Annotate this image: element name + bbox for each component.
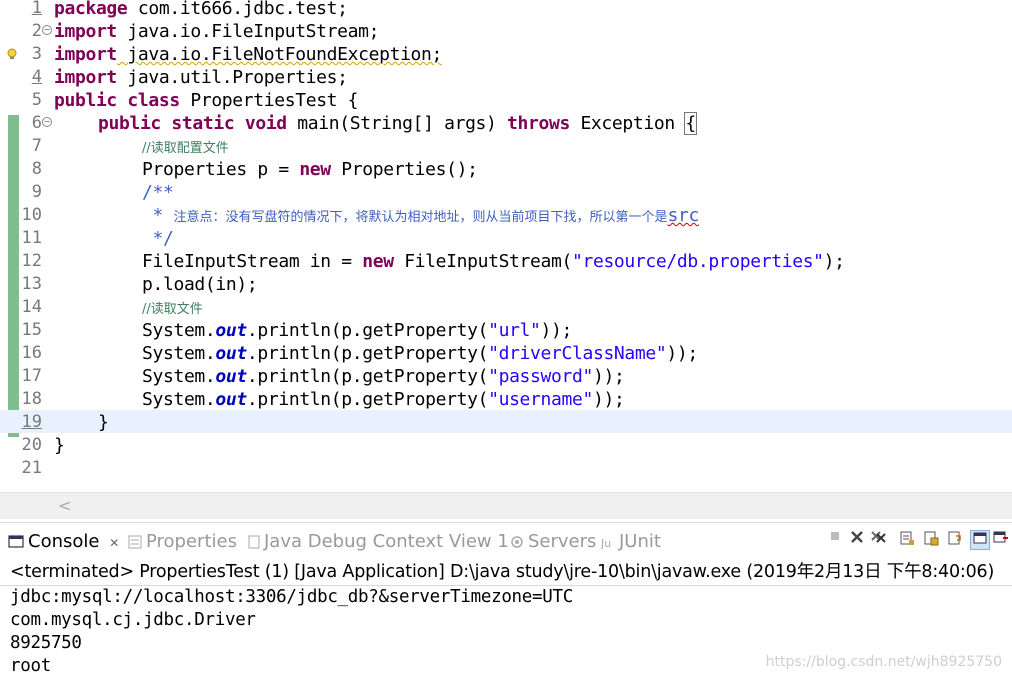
code-line-13: p.load(in); <box>142 274 258 295</box>
current-line-highlight <box>0 410 1012 433</box>
code-line-16: System.out.println(p.getProperty("driver… <box>142 343 698 364</box>
code-line-6: public static void main(String[] args) t… <box>98 112 697 135</box>
console-output-line: root <box>10 656 51 676</box>
code-line-15: System.out.println(p.getProperty("url"))… <box>142 320 572 341</box>
tab-console[interactable]: Console ✕ <box>8 523 120 559</box>
scroll-left-icon[interactable]: < <box>58 496 71 515</box>
console-status-line: <terminated> PropertiesTest (1) [Java Ap… <box>0 558 1012 586</box>
code-line-10: * 注意点：没有写盘符的情况下，将默认为相对地址，则从当前项目下找，所以第一个是… <box>142 205 699 226</box>
fold-toggle-icon[interactable]: − <box>42 25 52 35</box>
line-number: 17 <box>21 366 42 386</box>
code-line-2: import java.io.FileInputStream; <box>54 21 380 42</box>
code-editor[interactable]: 1 2 3 4 5 6 7 8 9 10 11 12 13 14 15 16 1… <box>0 0 1012 492</box>
tab-servers[interactable]: Servers <box>510 523 596 559</box>
code-line-9: /** <box>142 182 174 203</box>
line-number: 8 <box>31 159 42 179</box>
line-number: 12 <box>21 251 42 271</box>
properties-icon <box>128 535 142 549</box>
line-number: 21 <box>21 458 42 478</box>
tab-junit[interactable]: Ju JUnit <box>601 523 661 559</box>
console-output-line: 8925750 <box>10 633 82 653</box>
tab-properties[interactable]: Properties <box>128 523 237 559</box>
warning-lightbulb-icon[interactable] <box>6 48 18 60</box>
horizontal-scrollbar[interactable]: < <box>0 492 1012 519</box>
code-line-1: package com.it666.jdbc.test; <box>54 0 348 19</box>
svg-text:Ju: Ju <box>601 537 611 549</box>
debug-context-icon <box>248 535 260 549</box>
code-line-11: */ <box>142 228 174 249</box>
console-output-line: jdbc:mysql://localhost:3306/jdbc_db?&ser… <box>10 587 573 607</box>
display-selected-console-icon[interactable] <box>992 530 1010 548</box>
line-number: 5 <box>31 90 42 110</box>
line-number: 10 <box>21 205 42 225</box>
console-output-line: com.mysql.cj.jdbc.Driver <box>10 610 256 630</box>
code-line-7: //读取配置文件 <box>142 141 229 156</box>
line-number: 7 <box>31 136 42 156</box>
code-line-4: import java.util.Properties; <box>54 67 348 88</box>
line-number: 19 <box>21 412 42 432</box>
code-line-5: public class PropertiesTest { <box>54 90 359 111</box>
terminate-icon[interactable] <box>826 530 844 548</box>
line-number: 15 <box>21 320 42 340</box>
fold-toggle-icon[interactable]: − <box>42 117 52 127</box>
line-number: 20 <box>21 435 42 455</box>
line-number: 1 <box>31 0 42 18</box>
line-number: 4 <box>31 67 42 87</box>
code-line-20: } <box>54 435 65 456</box>
console-icon <box>8 535 24 548</box>
clear-console-icon[interactable] <box>898 530 916 548</box>
junit-icon: Ju <box>601 537 611 549</box>
code-line-3: import java.io.FileNotFoundException; <box>54 44 443 65</box>
pin-console-icon[interactable] <box>970 530 990 550</box>
matching-bracket: { <box>684 112 697 135</box>
code-line-14: //读取文件 <box>142 302 203 317</box>
close-tab-icon[interactable]: ✕ <box>109 536 119 550</box>
code-line-17: System.out.println(p.getProperty("passwo… <box>142 366 625 387</box>
code-line-12: FileInputStream in = new FileInputStream… <box>142 251 845 272</box>
remove-all-terminated-icon[interactable] <box>870 530 888 548</box>
line-number: 2 <box>31 21 42 41</box>
watermark: https://blog.csdn.net/wjh8925750 <box>765 654 1002 670</box>
code-line-8: Properties p = new Properties(); <box>142 159 478 180</box>
code-line-18: System.out.println(p.getProperty("userna… <box>142 389 625 410</box>
line-number: 16 <box>21 343 42 363</box>
line-number: 14 <box>21 297 42 317</box>
line-number: 13 <box>21 274 42 294</box>
word-wrap-icon[interactable] <box>946 530 964 548</box>
tab-java-debug-context-view[interactable]: Java Debug Context View 1 <box>248 523 509 559</box>
remove-launch-icon[interactable] <box>848 530 866 548</box>
line-number: 11 <box>21 228 42 248</box>
servers-icon <box>511 536 523 548</box>
line-number: 9 <box>31 182 42 202</box>
line-number: 18 <box>21 389 42 409</box>
line-number: 6 <box>31 113 42 133</box>
scroll-lock-icon[interactable] <box>922 530 940 548</box>
code-line-19: } <box>98 412 109 433</box>
